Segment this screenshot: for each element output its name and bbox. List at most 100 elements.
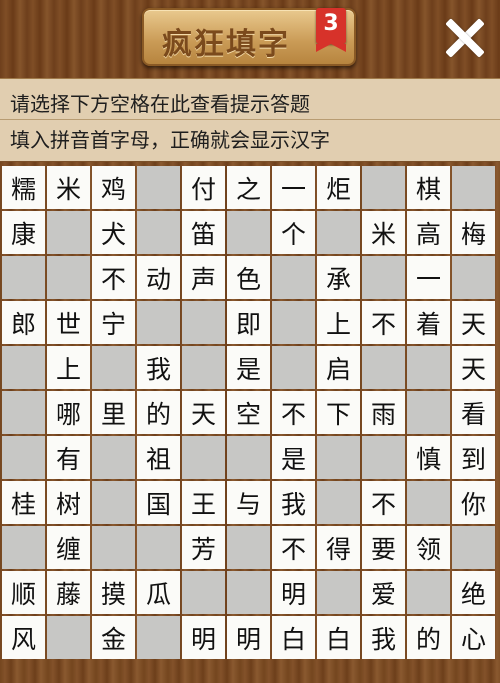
grid-cell[interactable]: 雨 — [362, 391, 405, 434]
grid-cell[interactable]: 世 — [47, 301, 90, 344]
grid-cell[interactable]: 藤 — [47, 571, 90, 614]
grid-cell[interactable]: 的 — [407, 616, 450, 659]
grid-cell-blocked — [317, 211, 360, 254]
grid-cell-blocked — [362, 346, 405, 389]
grid-cell[interactable]: 天 — [182, 391, 225, 434]
grid-cell[interactable]: 付 — [182, 166, 225, 209]
close-icon[interactable] — [442, 16, 486, 60]
grid-cell[interactable]: 与 — [227, 481, 270, 524]
grid-cell[interactable]: 高 — [407, 211, 450, 254]
grid-cell[interactable]: 你 — [452, 481, 495, 524]
grid-cell-blocked — [2, 391, 45, 434]
grid-cell[interactable]: 犬 — [92, 211, 135, 254]
grid-cell[interactable]: 我 — [272, 481, 315, 524]
grid-cell-blocked — [227, 571, 270, 614]
grid-cell[interactable]: 一 — [407, 256, 450, 299]
grid-cell[interactable]: 芳 — [182, 526, 225, 569]
grid-cell[interactable]: 上 — [317, 301, 360, 344]
grid-cell[interactable]: 下 — [317, 391, 360, 434]
grid-cell[interactable]: 炬 — [317, 166, 360, 209]
grid-cell[interactable]: 棋 — [407, 166, 450, 209]
grid-cell-blocked — [362, 256, 405, 299]
grid-cell[interactable]: 国 — [137, 481, 180, 524]
grid-cell[interactable]: 到 — [452, 436, 495, 479]
grid-cell[interactable]: 承 — [317, 256, 360, 299]
grid-cell[interactable]: 是 — [227, 346, 270, 389]
grid-cell[interactable]: 哪 — [47, 391, 90, 434]
grid-cell[interactable]: 风 — [2, 616, 45, 659]
grid-cell[interactable]: 不 — [362, 481, 405, 524]
grid-cell[interactable]: 天 — [452, 346, 495, 389]
grid-cell[interactable]: 看 — [452, 391, 495, 434]
grid-cell[interactable]: 的 — [137, 391, 180, 434]
game-title: 疯狂填字 — [162, 27, 290, 62]
grid-cell[interactable]: 绝 — [452, 571, 495, 614]
grid-cell[interactable]: 我 — [137, 346, 180, 389]
grid-cell[interactable]: 色 — [227, 256, 270, 299]
top-bar: 疯狂填字 3 — [0, 0, 500, 78]
grid-cell[interactable]: 天 — [452, 301, 495, 344]
grid-cell-blocked — [182, 346, 225, 389]
grid-cell[interactable]: 米 — [362, 211, 405, 254]
grid-cell[interactable]: 鸡 — [92, 166, 135, 209]
grid-cell-blocked — [452, 256, 495, 299]
grid-cell[interactable]: 糯 — [2, 166, 45, 209]
grid-cell[interactable]: 缠 — [47, 526, 90, 569]
level-badge: 3 — [316, 8, 346, 52]
grid-cell[interactable]: 宁 — [92, 301, 135, 344]
grid-cell[interactable]: 个 — [272, 211, 315, 254]
grid-cell[interactable]: 顺 — [2, 571, 45, 614]
grid-cell[interactable]: 郎 — [2, 301, 45, 344]
grid-cell-blocked — [272, 256, 315, 299]
grid-cell[interactable]: 不 — [92, 256, 135, 299]
grid-cell[interactable]: 米 — [47, 166, 90, 209]
grid-cell-blocked — [272, 301, 315, 344]
grid-cell[interactable]: 金 — [92, 616, 135, 659]
grid-cell[interactable]: 白 — [272, 616, 315, 659]
grid-cell[interactable]: 不 — [362, 301, 405, 344]
grid-cell-blocked — [137, 301, 180, 344]
grid-cell[interactable]: 之 — [227, 166, 270, 209]
grid-cell-blocked — [92, 481, 135, 524]
grid-cell[interactable]: 慎 — [407, 436, 450, 479]
grid-cell[interactable]: 领 — [407, 526, 450, 569]
grid-cell[interactable]: 得 — [317, 526, 360, 569]
grid-cell[interactable]: 即 — [227, 301, 270, 344]
grid-cell[interactable]: 王 — [182, 481, 225, 524]
grid-cell[interactable]: 树 — [47, 481, 90, 524]
grid-cell[interactable]: 里 — [92, 391, 135, 434]
grid-cell[interactable]: 我 — [362, 616, 405, 659]
grid-cell[interactable]: 桂 — [2, 481, 45, 524]
grid-cell-blocked — [452, 166, 495, 209]
grid-cell[interactable]: 祖 — [137, 436, 180, 479]
grid-cell[interactable]: 有 — [47, 436, 90, 479]
grid-cell[interactable]: 不 — [272, 526, 315, 569]
grid-cell[interactable]: 笛 — [182, 211, 225, 254]
grid-cell[interactable]: 明 — [272, 571, 315, 614]
grid-cell[interactable]: 爱 — [362, 571, 405, 614]
grid-cell[interactable]: 梅 — [452, 211, 495, 254]
grid-cell[interactable]: 心 — [452, 616, 495, 659]
grid-cell[interactable]: 瓜 — [137, 571, 180, 614]
grid-cell[interactable]: 一 — [272, 166, 315, 209]
grid-cell[interactable]: 不 — [272, 391, 315, 434]
hint-line-2: 填入拼音首字母，正确就会显示汉字 — [10, 128, 330, 152]
grid-cell[interactable]: 动 — [137, 256, 180, 299]
grid-cell[interactable]: 是 — [272, 436, 315, 479]
grid-cell[interactable]: 白 — [317, 616, 360, 659]
grid-cell[interactable]: 要 — [362, 526, 405, 569]
grid-cell[interactable]: 上 — [47, 346, 90, 389]
grid-cell-blocked — [92, 526, 135, 569]
grid-cell[interactable]: 启 — [317, 346, 360, 389]
grid-cell[interactable]: 康 — [2, 211, 45, 254]
grid-cell[interactable]: 空 — [227, 391, 270, 434]
grid-cell[interactable]: 摸 — [92, 571, 135, 614]
grid-cell[interactable]: 明 — [182, 616, 225, 659]
grid-cell-blocked — [47, 256, 90, 299]
grid-cell[interactable]: 明 — [227, 616, 270, 659]
grid-cell[interactable]: 着 — [407, 301, 450, 344]
grid-cell-blocked — [2, 256, 45, 299]
grid-cell[interactable]: 声 — [182, 256, 225, 299]
grid-cell-blocked — [2, 346, 45, 389]
grid-cell-blocked — [92, 346, 135, 389]
